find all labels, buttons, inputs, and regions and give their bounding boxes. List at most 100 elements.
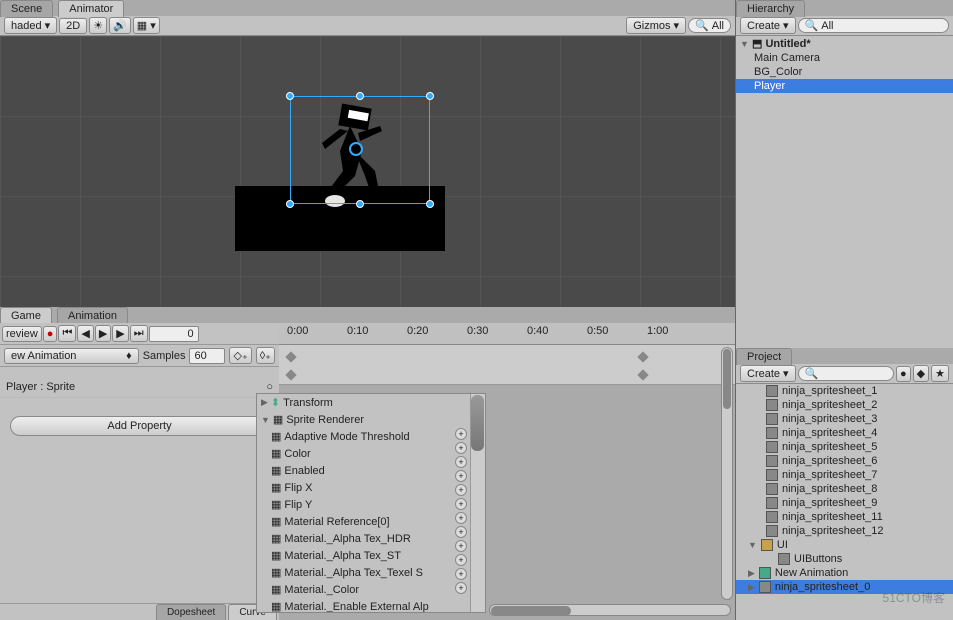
gizmos-dropdown[interactable]: Gizmos ▾ xyxy=(626,17,686,34)
project-asset[interactable]: ninja_spritesheet_12 xyxy=(736,524,953,538)
frame-input[interactable]: 0 xyxy=(149,326,199,342)
shading-dropdown[interactable]: haded ▾ xyxy=(4,17,57,34)
project-asset[interactable]: ninja_spritesheet_11 xyxy=(736,510,953,524)
prop-item[interactable]: ▦Material._Alpha Tex_Texel S xyxy=(257,564,485,581)
audio-toggle-icon[interactable]: 🔊 xyxy=(109,17,131,34)
project-asset[interactable]: ninja_spritesheet_5 xyxy=(736,440,953,454)
project-asset[interactable]: ninja_spritesheet_2 xyxy=(736,398,953,412)
record-button[interactable]: ● xyxy=(43,326,58,342)
prop-item[interactable]: ▦Material._Alpha Tex_ST xyxy=(257,547,485,564)
prop-item[interactable]: ▦Flip Y xyxy=(257,496,485,513)
tab-project[interactable]: Project xyxy=(736,348,792,365)
project-asset[interactable]: ninja_spritesheet_1 xyxy=(736,384,953,398)
project-asset[interactable]: UIButtons xyxy=(736,552,953,566)
tab-animator[interactable]: Animator xyxy=(58,0,124,17)
tab-hierarchy[interactable]: Hierarchy xyxy=(736,0,805,17)
tab-animation[interactable]: Animation xyxy=(57,307,128,324)
samples-input[interactable]: 60 xyxy=(189,348,225,364)
filter-icon[interactable]: ★ xyxy=(931,365,949,382)
prop-item[interactable]: ▦Enabled xyxy=(257,462,485,479)
hierarchy-search[interactable]: 🔍All xyxy=(798,18,949,33)
prop-item[interactable]: ▦Flip X xyxy=(257,479,485,496)
track-player-sprite[interactable]: Player : Sprite ○ xyxy=(0,377,279,398)
add-prop-icon[interactable]: + xyxy=(455,512,467,524)
project-anim-clip[interactable]: ▶New Animation xyxy=(736,566,953,580)
property-picker-popup: ▶⬍Transform ▼▦Sprite Renderer ▦Adaptive … xyxy=(256,393,486,613)
prop-sprite-renderer[interactable]: ▼▦Sprite Renderer xyxy=(257,411,485,428)
add-prop-icon[interactable]: + xyxy=(455,540,467,552)
add-event-icon[interactable]: ◊₊ xyxy=(256,347,275,364)
add-prop-icon[interactable]: + xyxy=(455,582,467,594)
project-asset[interactable]: ninja_spritesheet_4 xyxy=(736,426,953,440)
next-frame-button[interactable]: ▶ xyxy=(112,325,128,342)
project-asset[interactable]: ninja_spritesheet_6 xyxy=(736,454,953,468)
project-asset[interactable]: ninja_spritesheet_8 xyxy=(736,482,953,496)
tab-game[interactable]: Game xyxy=(0,307,52,324)
prop-scrollbar[interactable] xyxy=(470,394,485,612)
hierarchy-item[interactable]: BG_Color xyxy=(736,65,953,79)
prop-item[interactable]: ▦Material Reference[0] xyxy=(257,513,485,530)
add-keyframe-icon[interactable]: ◇₊ xyxy=(229,347,251,364)
play-button[interactable]: ▶ xyxy=(95,325,111,342)
timeline-ruler[interactable]: 0:00 0:10 0:20 0:30 0:40 0:50 1:00 xyxy=(279,323,735,345)
project-asset[interactable]: ninja_spritesheet_9 xyxy=(736,496,953,510)
fx-toggle-icon[interactable]: ▦ ▾ xyxy=(133,17,160,34)
project-folder[interactable]: ▼UI xyxy=(736,538,953,552)
scene-view[interactable] xyxy=(0,36,735,307)
animation-tab-bar: Game Animation xyxy=(0,307,735,323)
project-create-dropdown[interactable]: Create ▾ xyxy=(740,365,796,382)
selection-handle-br[interactable] xyxy=(426,200,434,208)
prev-frame-button[interactable]: ◀ xyxy=(77,325,93,342)
keyframe[interactable] xyxy=(637,369,648,380)
hierarchy-create-dropdown[interactable]: Create ▾ xyxy=(740,17,796,34)
light-toggle-icon[interactable]: ☀ xyxy=(89,17,107,34)
add-prop-icon[interactable]: + xyxy=(455,456,467,468)
selection-center-icon[interactable] xyxy=(349,142,363,156)
selection-handle-tr[interactable] xyxy=(426,92,434,100)
project-asset[interactable]: ninja_spritesheet_3 xyxy=(736,412,953,426)
prop-item[interactable]: ▦Adaptive Mode Threshold xyxy=(257,428,485,445)
filter-icon[interactable]: ◆ xyxy=(913,365,929,382)
hierarchy-item[interactable]: Main Camera xyxy=(736,51,953,65)
keyframe[interactable] xyxy=(285,369,296,380)
selection-handle-bm[interactable] xyxy=(356,200,364,208)
project-asset[interactable]: ninja_spritesheet_7 xyxy=(736,468,953,482)
selection-handle-tl[interactable] xyxy=(286,92,294,100)
timeline-v-scrollbar[interactable] xyxy=(721,347,733,600)
prop-item[interactable]: ▦Material._Color xyxy=(257,581,485,598)
tab-scene[interactable]: Scene xyxy=(0,0,53,17)
first-frame-button[interactable]: ⏮ xyxy=(58,325,76,342)
timeline-summary[interactable] xyxy=(279,345,735,385)
prop-item[interactable]: ▦Material._Enable External Alp xyxy=(257,598,485,613)
project-search[interactable]: 🔍 xyxy=(798,366,894,381)
keyframe[interactable] xyxy=(637,351,648,362)
add-property-button[interactable]: Add Property xyxy=(10,416,269,436)
hierarchy-item-selected[interactable]: Player xyxy=(736,79,953,93)
scene-root[interactable]: ▼ ⬒ Untitled* xyxy=(736,36,953,51)
prop-item[interactable]: ▦Material._Alpha Tex_HDR xyxy=(257,530,485,547)
prop-item[interactable]: ▦Color xyxy=(257,445,485,462)
add-prop-icon[interactable]: + xyxy=(455,568,467,580)
hierarchy-tab-bar: Hierarchy xyxy=(736,0,953,16)
samples-label: Samples xyxy=(143,350,186,362)
add-prop-icon[interactable]: + xyxy=(455,470,467,482)
selection-handle-bl[interactable] xyxy=(286,200,294,208)
search-icon: 🔍 xyxy=(805,367,819,380)
filter-icon[interactable]: ● xyxy=(896,366,911,382)
add-prop-icon[interactable]: + xyxy=(455,442,467,454)
add-prop-icon[interactable]: + xyxy=(455,484,467,496)
prop-transform[interactable]: ▶⬍Transform xyxy=(257,394,485,411)
add-prop-icon[interactable]: + xyxy=(455,526,467,538)
mode-2d-button[interactable]: 2D xyxy=(59,18,87,34)
clip-dropdown[interactable]: ew Animation♦ xyxy=(4,348,139,364)
preview-button[interactable]: review xyxy=(2,326,42,342)
last-frame-button[interactable]: ⏭ xyxy=(130,325,148,342)
scene-search[interactable]: 🔍All xyxy=(688,18,731,33)
keyframe[interactable] xyxy=(285,351,296,362)
tab-dopesheet[interactable]: Dopesheet xyxy=(156,604,226,620)
add-prop-icon[interactable]: + xyxy=(455,428,467,440)
add-prop-icon[interactable]: + xyxy=(455,554,467,566)
selection-handle-tm[interactable] xyxy=(356,92,364,100)
add-prop-icon[interactable]: + xyxy=(455,498,467,510)
timeline-h-scrollbar[interactable] xyxy=(489,604,731,616)
